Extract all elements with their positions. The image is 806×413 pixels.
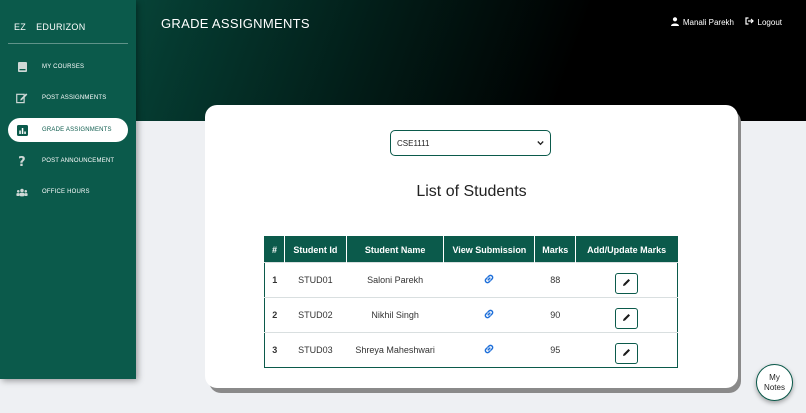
book-icon xyxy=(16,61,28,73)
student-id: STUD01 xyxy=(284,262,347,298)
column-header-num: # xyxy=(264,236,285,263)
chevron-down-icon xyxy=(537,139,544,148)
edit-cell xyxy=(575,262,678,298)
sidebar-item-label: POST ANNOUNCEMENT xyxy=(42,158,115,164)
pencil-icon xyxy=(622,278,631,289)
my-notes-line2: Notes xyxy=(764,382,785,392)
row-number: 1 xyxy=(264,262,285,298)
brand-short: EZ xyxy=(14,22,27,32)
sidebar-item-label: MY COURSES xyxy=(42,64,85,70)
student-name: Saloni Parekh xyxy=(346,262,444,298)
edit-marks-button[interactable] xyxy=(614,272,638,294)
view-submission-cell xyxy=(443,262,535,298)
sidebar-divider xyxy=(8,43,128,44)
user-icon xyxy=(670,17,679,28)
user-name: Manali Parekh xyxy=(682,18,734,27)
sidebar-item-label: OFFICE HOURS xyxy=(42,189,90,195)
edit-marks-button[interactable] xyxy=(614,307,638,329)
view-submission-cell xyxy=(443,332,535,368)
sidebar-item-my-courses[interactable]: MY COURSES xyxy=(8,55,128,79)
brand-name: EDURIZON xyxy=(36,22,86,32)
sidebar-item-label: GRADE ASSIGNMENTS xyxy=(42,127,112,133)
edit-marks-button[interactable] xyxy=(614,342,638,364)
edit-icon xyxy=(16,92,28,104)
logout-label: Logout xyxy=(757,17,782,27)
table-row: 3 STUD03 Shreya Maheshwari 95 xyxy=(264,332,678,368)
sidebar-item-label: POST ASSIGNMENTS xyxy=(42,95,107,101)
column-header-marks: Marks xyxy=(534,236,577,263)
students-table: # Student Id Student Name View Submissio… xyxy=(264,236,678,368)
table-row: 1 STUD01 Saloni Parekh 88 xyxy=(264,262,678,298)
column-header-view-submission: View Submission xyxy=(443,236,536,263)
student-name: Nikhil Singh xyxy=(346,297,444,333)
student-id: STUD03 xyxy=(284,332,347,368)
link-icon[interactable] xyxy=(484,344,494,356)
my-notes-button[interactable]: My Notes xyxy=(756,364,793,401)
pencil-icon xyxy=(622,348,631,359)
edit-cell xyxy=(575,297,678,333)
column-header-add-update-marks: Add/Update Marks xyxy=(575,236,678,263)
sidebar-item-office-hours[interactable]: OFFICE HOURS xyxy=(8,180,128,204)
link-icon[interactable] xyxy=(484,309,494,321)
page-title: GRADE ASSIGNMENTS xyxy=(161,16,310,31)
student-id: STUD02 xyxy=(284,297,347,333)
table-header-row: # Student Id Student Name View Submissio… xyxy=(264,236,678,263)
link-icon[interactable] xyxy=(484,274,494,286)
student-marks: 95 xyxy=(534,332,576,368)
course-select[interactable]: CSE1111 xyxy=(390,130,551,156)
student-name: Shreya Maheshwari xyxy=(346,332,444,368)
user-profile[interactable]: Manali Parekh xyxy=(670,17,734,28)
logout-link[interactable]: Logout xyxy=(744,17,782,27)
svg-text:?: ? xyxy=(18,155,26,168)
row-number: 3 xyxy=(264,332,285,368)
logout-icon xyxy=(744,17,754,27)
content-card: CSE1111 List of Students # Student Id St… xyxy=(205,105,738,388)
brand-logo[interactable]: EZ EDURIZON xyxy=(14,22,86,32)
course-select-value: CSE1111 xyxy=(397,138,430,148)
sidebar-item-grade-assignments[interactable]: GRADE ASSIGNMENTS xyxy=(8,118,128,142)
my-notes-line1: My xyxy=(769,372,780,382)
view-submission-cell xyxy=(443,297,535,333)
column-header-student-name: Student Name xyxy=(346,236,445,263)
list-title: List of Students xyxy=(416,183,527,200)
student-marks: 90 xyxy=(534,297,576,333)
sidebar-item-post-assignments[interactable]: POST ASSIGNMENTS xyxy=(8,86,128,110)
edit-cell xyxy=(575,332,678,368)
group-icon xyxy=(16,186,28,198)
row-number: 2 xyxy=(264,297,285,333)
question-icon: ? xyxy=(16,155,28,168)
chart-icon xyxy=(16,124,28,136)
student-marks: 88 xyxy=(534,262,576,298)
pencil-icon xyxy=(622,313,631,324)
table-row: 2 STUD02 Nikhil Singh 90 xyxy=(264,297,678,333)
sidebar: EZ EDURIZON MY COURSES POST ASSIGNMENTS … xyxy=(0,0,136,379)
sidebar-item-post-announcement[interactable]: ? POST ANNOUNCEMENT xyxy=(8,149,128,173)
column-header-student-id: Student Id xyxy=(284,236,347,263)
